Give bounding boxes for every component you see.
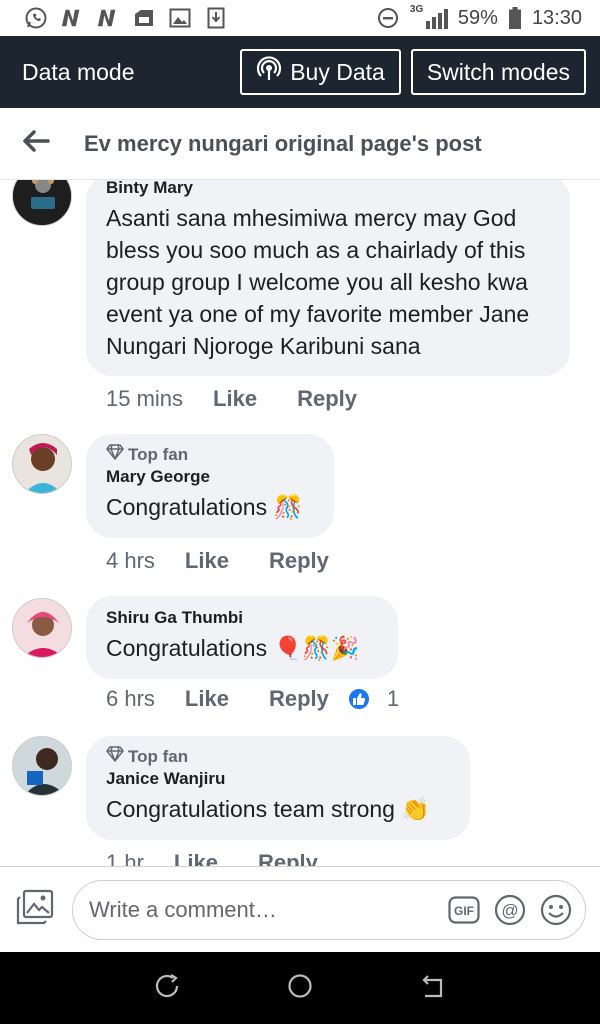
back-icon <box>419 972 447 1005</box>
avatar[interactable] <box>12 598 72 658</box>
clock: 13:30 <box>531 6 582 29</box>
confetti-emoji: 🎊 <box>273 495 303 521</box>
clapping-emoji: 👏 <box>401 797 430 823</box>
download-icon <box>204 7 228 29</box>
party-emojis: 🎈🎊🎉 <box>273 636 360 662</box>
at-icon[interactable]: @ <box>493 893 527 927</box>
diamond-icon <box>106 746 124 767</box>
avatar[interactable] <box>12 434 72 494</box>
data-mode-bar: Data mode Buy Data Switch modes <box>0 36 600 108</box>
add-photo-button[interactable] <box>14 889 56 931</box>
badge-label: Top fan <box>128 746 189 766</box>
thumbs-up-icon <box>346 687 371 711</box>
reply-button[interactable]: Reply <box>297 386 357 412</box>
comment-time[interactable]: 15 mins <box>106 386 183 412</box>
smiley-icon[interactable] <box>539 893 573 927</box>
n-icon <box>96 7 120 29</box>
badge-label: Top fan <box>128 444 189 464</box>
gif-icon[interactable]: GIF <box>447 893 481 927</box>
comment-text: Congratulations team strong 👏 <box>106 793 450 826</box>
comment-text-body: Congratulations team strong <box>106 796 395 822</box>
sim-icon <box>132 7 156 29</box>
mention-label: @ <box>501 901 518 920</box>
comment-text: Congratulations 🎊 <box>106 491 314 524</box>
comment-text: Congratulations 🎈🎊🎉 <box>106 632 378 665</box>
switch-modes-button[interactable]: Switch modes <box>410 49 586 95</box>
comment-time[interactable]: 6 hrs <box>106 686 155 712</box>
like-button[interactable]: Like <box>174 850 218 866</box>
top-fan-badge: Top fan <box>106 444 314 465</box>
diamond-icon <box>106 444 124 465</box>
comment-actions: 4 hrs Like Reply <box>106 548 369 574</box>
minus-circle-icon <box>376 7 400 29</box>
back-arrow-icon <box>22 129 50 158</box>
comment-text-line: event ya one of my favorite member Jane <box>106 301 530 327</box>
page-title: Ev mercy nungari original page's post <box>84 130 482 156</box>
like-button[interactable]: Like <box>185 686 229 712</box>
home-button[interactable] <box>280 968 320 1008</box>
n-icon <box>60 7 84 29</box>
comment-input-wrapper[interactable]: GIF @ <box>72 879 586 940</box>
recent-apps-button[interactable] <box>147 968 187 1008</box>
gif-label: GIF <box>454 904 474 918</box>
comment-text-line: Asanti sana mhesimiwa mercy may God <box>106 205 517 231</box>
comment-text-body: Congratulations <box>106 494 268 520</box>
comment-text-line: Nungari Njoroge Karibuni sana <box>106 333 421 359</box>
like-button[interactable]: Like <box>213 386 257 412</box>
comment-bubble[interactable]: Binty Mary Asanti sana mhesimiwa mercy m… <box>86 180 570 376</box>
comment-time[interactable]: 4 hrs <box>106 548 155 574</box>
commenter-name[interactable]: Mary George <box>106 467 314 487</box>
commenter-name[interactable]: Shiru Ga Thumbi <box>106 608 378 628</box>
recent-apps-icon <box>153 972 181 1005</box>
comment-text: Asanti sana mhesimiwa mercy may God bles… <box>106 202 550 362</box>
system-nav-bar <box>0 952 600 1024</box>
back-button[interactable] <box>0 108 72 180</box>
page-header: Ev mercy nungari original page's post <box>0 108 600 180</box>
home-icon <box>286 972 314 1005</box>
comment-input[interactable] <box>89 896 447 923</box>
reaction-summary[interactable]: 1 <box>346 686 400 712</box>
comment-composer: GIF @ <box>0 866 600 952</box>
reply-button[interactable]: Reply <box>269 686 329 712</box>
battery-icon <box>508 7 522 29</box>
comment-bubble[interactable]: Top fan Janice Wanjiru Congratulations t… <box>86 736 470 840</box>
commenter-name[interactable]: Janice Wanjiru <box>106 769 450 789</box>
reaction-count: 1 <box>386 686 400 711</box>
avatar[interactable] <box>12 180 72 226</box>
comment-bubble[interactable]: Shiru Ga Thumbi Congratulations 🎈🎊🎉 <box>86 596 398 679</box>
network-type: 3G <box>409 4 424 15</box>
signal-icon: 3G <box>409 4 448 29</box>
broadcast-icon <box>256 56 282 88</box>
back-nav-button[interactable] <box>413 968 453 1008</box>
whatsapp-icon <box>24 7 48 29</box>
battery-percent: 59% <box>457 6 498 29</box>
comment-text-line: group group I welcome you all kesho kwa <box>106 269 528 295</box>
status-bar: 3G 59% 13:30 <box>0 0 600 36</box>
comments-list: Binty Mary Asanti sana mhesimiwa mercy m… <box>0 180 600 866</box>
top-fan-badge: Top fan <box>106 746 450 767</box>
photo-icon <box>16 889 54 930</box>
comment-actions: 1 hr Like Reply <box>106 850 358 866</box>
comment-text-body: Congratulations <box>106 635 268 661</box>
comment-time[interactable]: 1 hr <box>106 850 144 866</box>
data-mode-label: Data mode <box>22 58 135 85</box>
reply-button[interactable]: Reply <box>269 548 329 574</box>
switch-modes-label: Switch modes <box>426 58 570 85</box>
image-icon <box>168 7 192 29</box>
comment-bubble[interactable]: Top fan Mary George Congratulations 🎊 <box>86 434 334 538</box>
comment-text-line: bless you soo much as a chairlady of thi… <box>106 237 526 263</box>
reply-button[interactable]: Reply <box>258 850 318 866</box>
like-button[interactable]: Like <box>185 548 229 574</box>
comment-actions: 15 mins Like Reply <box>106 386 397 412</box>
commenter-name[interactable]: Binty Mary <box>106 180 550 198</box>
buy-data-label: Buy Data <box>290 58 385 85</box>
avatar[interactable] <box>12 736 72 796</box>
comment-actions: 6 hrs Like Reply 1 <box>106 686 399 712</box>
buy-data-button[interactable]: Buy Data <box>240 49 401 95</box>
